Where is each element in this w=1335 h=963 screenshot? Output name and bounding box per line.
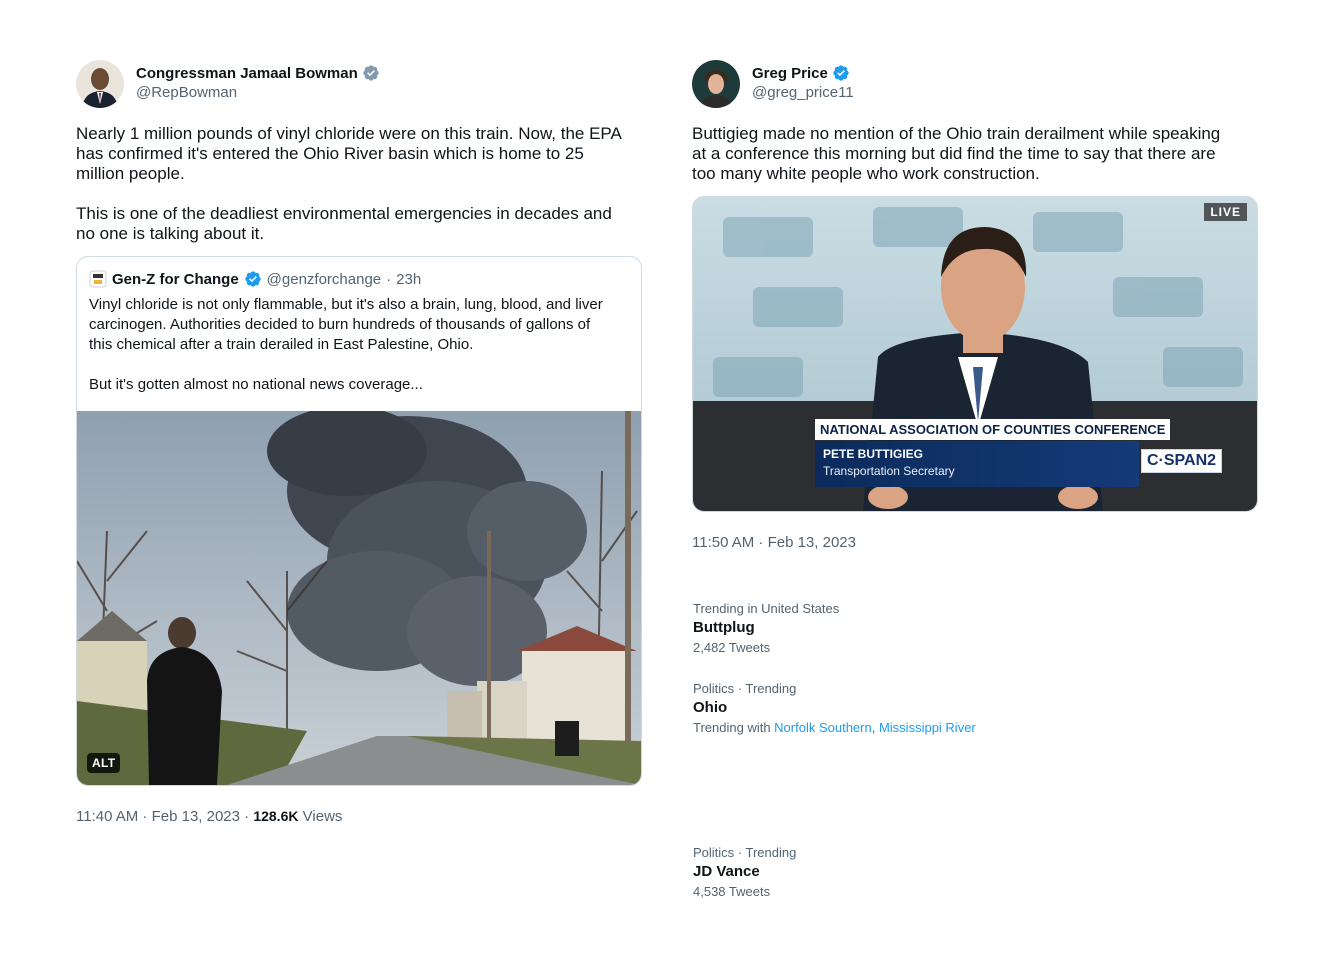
- tweet-text: Buttigieg made no mention of the Ohio tr…: [692, 124, 1221, 183]
- author-block-right: Greg Price @greg_price11: [752, 64, 854, 102]
- views-count: 128.6K: [253, 808, 299, 824]
- verified-badge-icon: [363, 65, 379, 81]
- quote-tweet[interactable]: Gen-Z for Change @genzforchange · 23h Vi…: [76, 256, 642, 786]
- timestamp[interactable]: 11:50 AM · Feb 13, 2023: [692, 534, 856, 551]
- trend-tweet-count: 2,482 Tweets: [693, 640, 771, 655]
- author-name[interactable]: Greg Price: [752, 64, 854, 82]
- views-label: Views: [302, 808, 343, 825]
- verified-badge-icon: [833, 65, 849, 81]
- author-name[interactable]: Congressman Jamaal Bowman: [136, 64, 380, 82]
- author-handle[interactable]: @greg_price11: [752, 84, 854, 101]
- author-handle[interactable]: @RepBowman: [136, 84, 380, 101]
- trend-item[interactable]: Trending in United States Buttplug 2,482…: [693, 601, 839, 655]
- quote-author-handle[interactable]: @genzforchange: [267, 271, 381, 288]
- live-badge: LIVE: [1204, 203, 1247, 221]
- timestamp[interactable]: 11:40 AM · Feb 13, 2023 ·: [76, 808, 253, 825]
- trend-link-mississippi-river[interactable]: Mississippi River: [879, 720, 976, 735]
- lower-third-banner: NATIONAL ASSOCIATION OF COUNTIES CONFERE…: [815, 419, 1171, 440]
- trend-item[interactable]: Politics · Trending JD Vance 4,538 Tweet…: [693, 845, 796, 899]
- trend-context: Trending in United States: [693, 601, 840, 616]
- trend-tweet-count: 4,538 Tweets: [693, 884, 771, 899]
- quote-header: Gen-Z for Change @genzforchange · 23h: [89, 270, 421, 288]
- cspan2-logo: C·SPAN2: [1141, 449, 1223, 473]
- trend-title: Ohio: [693, 699, 728, 716]
- trend-item[interactable]: Politics · Trending Ohio Trending with N…: [693, 681, 976, 735]
- alt-badge[interactable]: ALT: [87, 753, 121, 773]
- trend-title: JD Vance: [693, 863, 760, 880]
- quote-text: Vinyl chloride is not only flammable, bu…: [89, 296, 603, 393]
- quote-photo[interactable]: ALT: [77, 406, 641, 785]
- speaker-name: PETE BUTTIGIEG: [823, 447, 924, 461]
- lower-third-panel: PETE BUTTIGIEG Transportation Secretary: [815, 441, 1139, 487]
- avatar-greg-price[interactable]: [692, 60, 740, 108]
- trend-context: Politics · Trending: [693, 845, 797, 860]
- genz-logo-icon: [89, 270, 107, 288]
- verified-badge-icon: [244, 271, 261, 287]
- tweet-text: Nearly 1 million pounds of vinyl chlorid…: [76, 124, 622, 243]
- trend-context: Politics · Trending: [693, 681, 797, 696]
- avatar-bowman[interactable]: [76, 60, 124, 108]
- quote-separator: ·: [386, 270, 392, 288]
- quote-time[interactable]: 23h: [396, 271, 421, 288]
- tweet-meta: 11:40 AM · Feb 13, 2023 · 128.6K Views: [76, 808, 342, 825]
- speaker-title: Transportation Secretary: [823, 464, 955, 478]
- trending-with: Trending with Norfolk Southern, Mississi…: [693, 720, 976, 735]
- quote-author-name[interactable]: Gen-Z for Change: [112, 271, 239, 288]
- author-block: Congressman Jamaal Bowman @RepBowman: [136, 64, 380, 101]
- trend-link-norfolk-southern[interactable]: Norfolk Southern: [774, 720, 872, 735]
- trend-title: Buttplug: [693, 619, 755, 636]
- video-player[interactable]: LIVE NATIONAL ASSOCIATION OF COUNTIES CO…: [692, 196, 1258, 512]
